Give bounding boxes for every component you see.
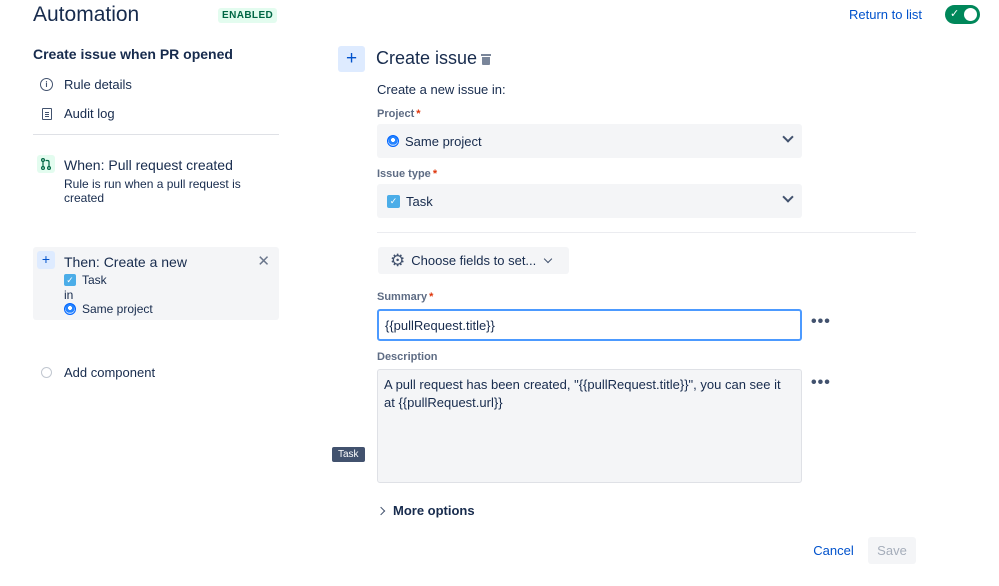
description-textarea[interactable]: A pull request has been created, "{{pull… xyxy=(377,369,802,483)
sidebar-divider xyxy=(33,134,279,135)
trigger-title[interactable]: When: Pull request created xyxy=(64,157,233,173)
description-label: Description xyxy=(377,351,438,363)
action-issue-type: ✓ Task xyxy=(64,273,107,287)
rule-name: Create issue when PR opened xyxy=(33,46,233,62)
choose-fields-button[interactable]: ⚙ Choose fields to set... xyxy=(378,247,569,274)
check-icon: ✓ xyxy=(950,8,960,20)
project-label-text: Project xyxy=(377,108,415,120)
summary-label-text: Summary xyxy=(377,291,428,303)
trash-icon[interactable] xyxy=(481,54,491,65)
summary-more-icon[interactable]: ••• xyxy=(811,313,831,331)
cancel-button[interactable]: Cancel xyxy=(806,537,861,564)
chevron-right-icon xyxy=(376,506,386,515)
description-more-icon[interactable]: ••• xyxy=(811,374,831,392)
task-icon: ✓ xyxy=(387,194,400,208)
action-card-create-issue[interactable]: + Then: Create a new ✕ ✓ Task in Same pr… xyxy=(33,247,279,320)
sidebar-item-label: Rule details xyxy=(64,77,132,92)
sidebar-item-label: Audit log xyxy=(64,106,115,121)
add-component-button[interactable]: Add component xyxy=(64,365,155,380)
project-label: Project * xyxy=(377,108,421,120)
more-options-label: More options xyxy=(393,503,475,518)
summary-input[interactable] xyxy=(377,309,802,341)
issue-type-select-value: Task xyxy=(406,193,433,209)
action-project-label: Same project xyxy=(82,302,153,316)
issue-type-label-text: Issue type xyxy=(377,168,431,180)
status-badge: ENABLED xyxy=(218,8,278,23)
plus-icon: + xyxy=(37,251,55,269)
project-icon xyxy=(64,303,76,315)
tooltip: Task xyxy=(332,447,365,462)
issue-type-select[interactable]: ✓ Task xyxy=(377,184,802,218)
plus-icon: + xyxy=(338,46,365,72)
gear-icon: ⚙ xyxy=(390,251,406,270)
trigger-description: Rule is run when a pull request is creat… xyxy=(64,177,241,205)
issue-type-label: Issue type * xyxy=(377,168,438,180)
add-component-icon xyxy=(41,367,52,378)
more-options-toggle[interactable]: More options xyxy=(376,503,475,518)
project-select-value: Same project xyxy=(405,133,482,149)
editor-title: Create issue xyxy=(376,48,478,68)
toggle-knob xyxy=(964,8,977,21)
close-icon[interactable]: ✕ xyxy=(257,252,270,270)
sidebar-item-audit-log[interactable]: Audit log xyxy=(40,106,115,121)
summary-label: Summary * xyxy=(377,291,434,303)
chevron-down-icon xyxy=(782,131,794,143)
editor-divider xyxy=(377,232,916,233)
pull-request-icon xyxy=(37,155,55,173)
editor-intro: Create a new issue in: xyxy=(377,82,506,97)
action-issue-type-label: Task xyxy=(82,273,107,287)
choose-fields-label: Choose fields to set... xyxy=(411,253,537,268)
chevron-down-icon xyxy=(544,254,553,263)
info-icon: i xyxy=(40,78,53,91)
action-connector: in xyxy=(64,288,74,302)
return-to-list-link[interactable]: Return to list xyxy=(849,7,922,22)
task-icon: ✓ xyxy=(64,274,76,286)
chevron-down-icon xyxy=(782,191,794,203)
action-project: Same project xyxy=(64,302,153,316)
document-icon xyxy=(42,107,52,120)
project-icon xyxy=(387,135,399,147)
rule-enabled-toggle[interactable]: ✓ xyxy=(945,5,980,24)
page-title: Automation xyxy=(33,3,140,26)
sidebar-item-rule-details[interactable]: i Rule details xyxy=(40,77,132,92)
save-button[interactable]: Save xyxy=(868,537,916,564)
action-title: Then: Create a new xyxy=(64,254,187,270)
project-select[interactable]: Same project xyxy=(377,124,802,158)
